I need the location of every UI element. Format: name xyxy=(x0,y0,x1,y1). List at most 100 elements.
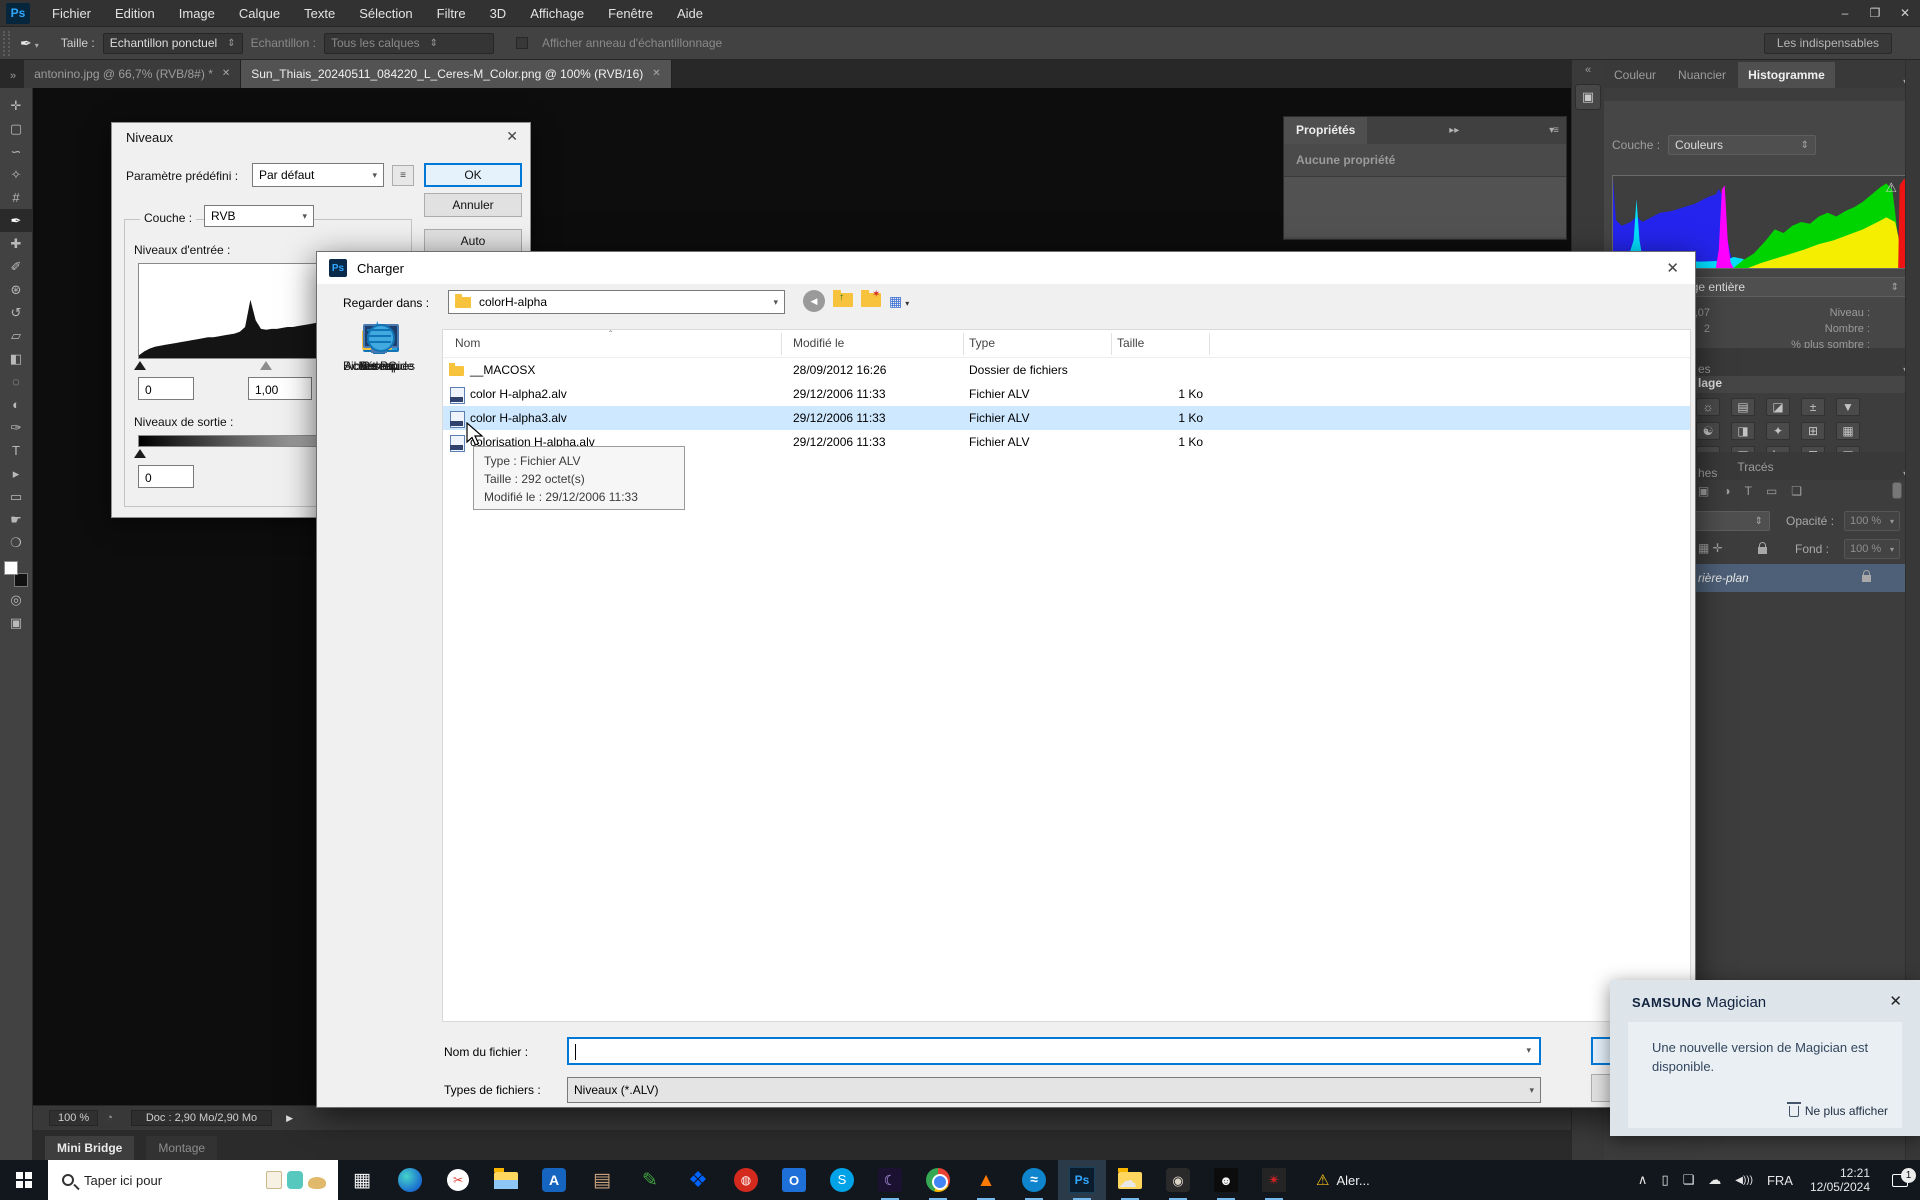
menu-image[interactable]: Image xyxy=(167,0,227,27)
bottom-panel-tab[interactable]: Mini Bridge xyxy=(45,1136,134,1160)
panel-menu-icon[interactable]: ▾≡ xyxy=(1549,125,1558,136)
panel-tab[interactable]: Histogramme xyxy=(1738,62,1835,88)
taskbar-app-icon[interactable]: ▲ xyxy=(962,1160,1010,1200)
panel-tab[interactable]: Couleur xyxy=(1604,62,1666,88)
close-icon[interactable]: ✕ xyxy=(506,128,518,145)
bottom-panel-tab[interactable]: Montage xyxy=(146,1136,217,1160)
taskbar-app-icon[interactable] xyxy=(914,1160,962,1200)
taskbar-app-icon[interactable]: ▦ xyxy=(338,1160,386,1200)
menu-calque[interactable]: Calque xyxy=(227,0,292,27)
opacity-value[interactable]: 100 %▾ xyxy=(1844,511,1900,531)
look-in-select[interactable]: colorH-alpha ▾ xyxy=(448,290,785,314)
tab-proprietes[interactable]: Propriétés xyxy=(1284,117,1367,144)
sample-size-select[interactable]: Echantillon ponctuel⇕ xyxy=(103,33,243,54)
sample-layers-select[interactable]: Tous les calques⇕ xyxy=(324,33,494,54)
taskbar-app-icon[interactable]: Ps xyxy=(1058,1160,1106,1200)
tool-button[interactable]: ◧ xyxy=(0,347,33,370)
channel-select[interactable]: RVB▾ xyxy=(204,205,314,227)
taskbar-app-icon[interactable]: ☁ xyxy=(1106,1160,1154,1200)
zoom-level-field[interactable]: 100 % xyxy=(49,1110,98,1126)
tool-button[interactable]: ▭ xyxy=(0,485,33,508)
up-one-level-button[interactable]: ↑ xyxy=(833,293,853,307)
menu-3d[interactable]: 3D xyxy=(478,0,519,27)
taskbar-app-icon[interactable]: O xyxy=(770,1160,818,1200)
adjustment-icon[interactable]: ▼ xyxy=(1836,398,1860,416)
layer-filter-icon[interactable]: ❏ xyxy=(1791,484,1802,498)
gamma-input[interactable] xyxy=(248,377,312,400)
tool-button[interactable]: # xyxy=(0,186,33,209)
column-header-type[interactable]: Type xyxy=(969,336,995,350)
tool-button[interactable]: ◎ xyxy=(0,588,33,611)
adjustment-icon[interactable]: ▤ xyxy=(1731,398,1755,416)
menu-fenetre[interactable]: Fenêtre xyxy=(596,0,665,27)
histogram-channel-select[interactable]: Couleurs⇕ xyxy=(1668,135,1816,155)
start-button[interactable] xyxy=(0,1160,48,1200)
your-phone-icon[interactable]: ▯ xyxy=(1661,1172,1668,1188)
menu-filtre[interactable]: Filtre xyxy=(425,0,478,27)
adjustment-icon[interactable]: ▦ xyxy=(1836,422,1860,440)
tool-button[interactable]: ▸ xyxy=(0,462,33,485)
tool-button[interactable]: ↺ xyxy=(0,301,33,324)
clock[interactable]: 12:21 12/05/2024 xyxy=(1810,1166,1870,1194)
foreground-color-swatch[interactable] xyxy=(4,561,18,575)
taskbar-app-icon[interactable]: ≈ xyxy=(1010,1160,1058,1200)
layer-filter-icon[interactable]: ▭ xyxy=(1766,484,1777,498)
tool-button[interactable]: ▱ xyxy=(0,324,33,347)
layer-filter-icon[interactable]: ▣ xyxy=(1698,484,1709,498)
panel-collapse-icon[interactable]: ▸▸ xyxy=(1449,125,1459,136)
taskbar-app-icon[interactable]: ☻ xyxy=(1202,1160,1250,1200)
onedrive-cloud-icon[interactable]: ☁ xyxy=(1708,1172,1721,1188)
menu-selection[interactable]: Sélection xyxy=(347,0,424,27)
minimize-button[interactable]: – xyxy=(1830,0,1860,27)
menu-affichage[interactable]: Affichage xyxy=(518,0,596,27)
maximize-button[interactable]: ❐ xyxy=(1860,0,1890,27)
filename-input[interactable]: ▾ xyxy=(567,1037,1541,1065)
adjustment-icon[interactable]: ✦ xyxy=(1766,422,1790,440)
preset-options-icon[interactable]: ≡ xyxy=(392,165,414,186)
tab-close-icon[interactable]: ✕ xyxy=(222,60,230,88)
table-row[interactable]: __MACOSX 28/09/2012 16:26 Dossier de fic… xyxy=(443,358,1690,382)
document-tab[interactable]: antonino.jpg @ 66,7% (RVB/8#) * ✕ xyxy=(24,60,241,88)
close-icon[interactable]: ✕ xyxy=(1889,992,1902,1010)
tool-button[interactable]: ◌ xyxy=(0,370,33,393)
menu-fichier[interactable]: Fichier xyxy=(40,0,103,27)
language-indicator[interactable]: FRA xyxy=(1767,1173,1793,1188)
tool-button[interactable]: ✚ xyxy=(0,232,33,255)
sidebar-place[interactable]: Réseau xyxy=(317,322,441,373)
black-input[interactable] xyxy=(138,377,194,400)
3d-panel-icon[interactable]: ▣ xyxy=(1575,84,1601,110)
tool-button[interactable]: ☛ xyxy=(0,508,33,531)
tool-button[interactable]: ▢ xyxy=(0,117,33,140)
new-folder-button[interactable]: ✶ xyxy=(861,293,881,307)
preset-select[interactable]: Par défaut▾ xyxy=(252,163,384,187)
tool-button[interactable]: ◐ xyxy=(0,393,33,416)
couches-tab-fragment[interactable]: hes xyxy=(1698,466,1717,480)
taskbar-app-icon[interactable]: ✂ xyxy=(434,1160,482,1200)
tool-button[interactable]: ✑ xyxy=(0,416,33,439)
taskbar-search[interactable]: Taper ici pour xyxy=(48,1160,338,1200)
adjustment-icon[interactable]: ☼ xyxy=(1696,398,1720,416)
column-header-taille[interactable]: Taille xyxy=(1117,336,1144,350)
dismiss-button[interactable]: Ne plus afficher xyxy=(1789,1104,1888,1118)
menu-aide[interactable]: Aide xyxy=(665,0,715,27)
taskbar-app-icon[interactable]: ▤ xyxy=(578,1160,626,1200)
tab-close-icon[interactable]: ✕ xyxy=(652,60,660,88)
tool-button[interactable]: ✧ xyxy=(0,163,33,186)
menu-edition[interactable]: Edition xyxy=(103,0,167,27)
workspace-switcher-button[interactable]: Les indispensables xyxy=(1764,33,1892,54)
taskbar-app-icon[interactable]: ◉ xyxy=(1154,1160,1202,1200)
taskbar-app-icon[interactable]: S xyxy=(818,1160,866,1200)
tool-button[interactable]: ▣ xyxy=(0,611,33,634)
adjustment-icon[interactable]: ☯ xyxy=(1696,422,1720,440)
output-black-slider[interactable] xyxy=(134,449,146,458)
tab-traces[interactable]: Tracés xyxy=(1727,454,1783,480)
taskbar-app-icon[interactable]: ☾ xyxy=(866,1160,914,1200)
taskbar-app-icon[interactable]: A xyxy=(530,1160,578,1200)
tool-button[interactable]: ✐ xyxy=(0,255,33,278)
filetype-select[interactable]: Niveaux (*.ALV)▾ xyxy=(567,1077,1541,1103)
status-menu-arrow-icon[interactable]: ▶ xyxy=(286,1113,293,1124)
lock-icons[interactable]: ▦ ✛ xyxy=(1698,541,1723,555)
output-black-input[interactable] xyxy=(138,465,194,488)
eyedropper-tool-icon[interactable]: ✒▾ xyxy=(20,35,39,52)
tab-overflow-icon[interactable]: » xyxy=(10,70,16,82)
